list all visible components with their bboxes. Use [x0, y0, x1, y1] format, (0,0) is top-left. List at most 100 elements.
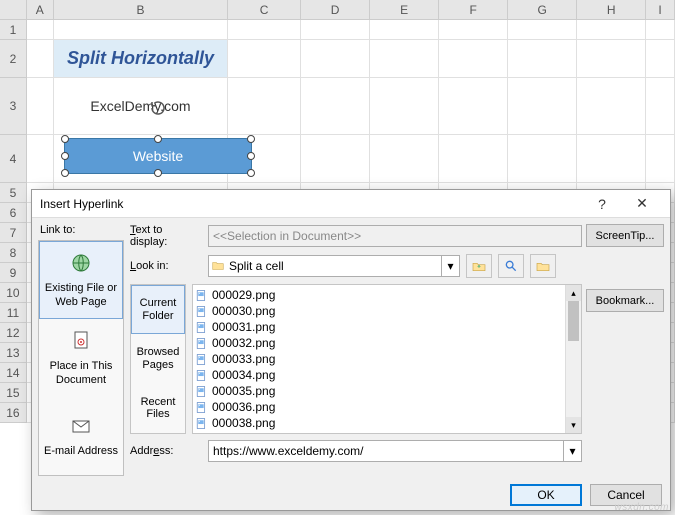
up-one-level-button[interactable]	[466, 254, 492, 278]
look-in-dropdown[interactable]: Split a cell ▾	[208, 255, 460, 277]
cell[interactable]	[508, 20, 577, 40]
cell[interactable]	[27, 40, 54, 78]
cell[interactable]	[646, 20, 675, 40]
row-4[interactable]: 4	[0, 135, 27, 183]
scroll-thumb[interactable]	[568, 301, 579, 341]
cell[interactable]	[577, 40, 646, 78]
cell-b3[interactable]: ExcelDemy.com	[54, 78, 228, 135]
file-item[interactable]: 000029.png	[195, 287, 563, 303]
nav-recent-files[interactable]: Recent Files	[131, 384, 185, 433]
cell[interactable]	[301, 40, 370, 78]
cell[interactable]	[370, 135, 439, 183]
row-13[interactable]: 13	[0, 343, 27, 363]
resize-handle[interactable]	[247, 152, 255, 160]
browse-file-button[interactable]	[530, 254, 556, 278]
cell-b2[interactable]: Split Horizontally	[54, 40, 228, 78]
col-B[interactable]: B	[54, 0, 228, 19]
row-7[interactable]: 7	[0, 223, 27, 243]
row-3[interactable]: 3	[0, 78, 27, 135]
scrollbar[interactable]: ▴ ▾	[565, 285, 581, 433]
row-1[interactable]: 1	[0, 20, 27, 40]
file-item[interactable]: 000035.png	[195, 383, 563, 399]
bookmark-button[interactable]: Bookmark...	[586, 289, 664, 312]
row-9[interactable]: 9	[0, 263, 27, 283]
row-5[interactable]: 5	[0, 183, 27, 203]
row-14[interactable]: 14	[0, 363, 27, 383]
file-list[interactable]: 000029.png000030.png000031.png000032.png…	[192, 284, 582, 434]
cell[interactable]	[439, 135, 508, 183]
row-10[interactable]: 10	[0, 283, 27, 303]
cell[interactable]	[228, 40, 301, 78]
cell[interactable]	[301, 20, 370, 40]
cell[interactable]	[228, 20, 301, 40]
address-field[interactable]: https://www.exceldemy.com/ ▾	[208, 440, 582, 462]
col-I[interactable]: I	[646, 0, 675, 19]
ok-button[interactable]: OK	[510, 484, 582, 506]
file-item[interactable]: 000030.png	[195, 303, 563, 319]
linkto-place-in-doc[interactable]: Place in This Document	[39, 319, 123, 397]
cell[interactable]	[508, 78, 577, 135]
nav-current-folder[interactable]: Current Folder	[131, 285, 185, 334]
row-15[interactable]: 15	[0, 383, 27, 403]
cell[interactable]	[27, 135, 54, 183]
row-2[interactable]: 2	[0, 40, 27, 78]
col-A[interactable]: A	[27, 0, 54, 19]
rotate-handle-icon[interactable]	[149, 99, 167, 117]
cell[interactable]	[54, 20, 228, 40]
address-value[interactable]: https://www.exceldemy.com/	[209, 441, 563, 461]
cell[interactable]	[370, 78, 439, 135]
row-16[interactable]: 16	[0, 403, 27, 423]
linkto-email[interactable]: E-mail Address	[39, 397, 123, 475]
nav-browsed-pages[interactable]: Browsed Pages	[131, 334, 185, 383]
col-G[interactable]: G	[508, 0, 577, 19]
cell[interactable]	[646, 78, 675, 135]
row-11[interactable]: 11	[0, 303, 27, 323]
cell[interactable]	[228, 78, 301, 135]
file-item[interactable]: 000034.png	[195, 367, 563, 383]
website-shape[interactable]: Website	[64, 138, 252, 174]
cell[interactable]	[508, 40, 577, 78]
cell[interactable]	[577, 20, 646, 40]
cell[interactable]	[508, 135, 577, 183]
cell[interactable]	[27, 20, 54, 40]
col-F[interactable]: F	[439, 0, 508, 19]
help-button[interactable]: ?	[582, 190, 622, 218]
col-D[interactable]: D	[301, 0, 370, 19]
file-item[interactable]: 000033.png	[195, 351, 563, 367]
close-button[interactable]: ✕	[622, 190, 662, 218]
scroll-up-icon[interactable]: ▴	[566, 285, 581, 301]
resize-handle[interactable]	[247, 135, 255, 143]
col-C[interactable]: C	[228, 0, 301, 19]
cell[interactable]	[577, 135, 646, 183]
cell[interactable]	[370, 40, 439, 78]
resize-handle[interactable]	[247, 169, 255, 177]
cell[interactable]	[370, 20, 439, 40]
col-H[interactable]: H	[577, 0, 646, 19]
cell[interactable]	[301, 78, 370, 135]
resize-handle[interactable]	[154, 135, 162, 143]
resize-handle[interactable]	[61, 135, 69, 143]
resize-handle[interactable]	[61, 169, 69, 177]
row-12[interactable]: 12	[0, 323, 27, 343]
browse-web-button[interactable]	[498, 254, 524, 278]
select-all-corner[interactable]	[0, 0, 27, 19]
chevron-down-icon[interactable]: ▾	[441, 256, 459, 276]
cell[interactable]	[27, 78, 54, 135]
cell[interactable]	[577, 78, 646, 135]
chevron-down-icon[interactable]: ▾	[563, 441, 581, 461]
cell[interactable]	[646, 135, 675, 183]
cell[interactable]	[301, 135, 370, 183]
dialog-titlebar[interactable]: Insert Hyperlink ? ✕	[32, 190, 670, 218]
file-item[interactable]: 000036.png	[195, 399, 563, 415]
scroll-down-icon[interactable]: ▾	[566, 417, 581, 433]
linkto-existing-file[interactable]: Existing File or Web Page	[39, 241, 123, 319]
row-6[interactable]: 6	[0, 203, 27, 223]
file-item[interactable]: 000038.png	[195, 415, 563, 431]
resize-handle[interactable]	[154, 169, 162, 177]
file-item[interactable]: 000031.png	[195, 319, 563, 335]
file-item[interactable]: 000032.png	[195, 335, 563, 351]
cell[interactable]	[646, 40, 675, 78]
col-E[interactable]: E	[370, 0, 439, 19]
cell[interactable]	[439, 78, 508, 135]
row-8[interactable]: 8	[0, 243, 27, 263]
